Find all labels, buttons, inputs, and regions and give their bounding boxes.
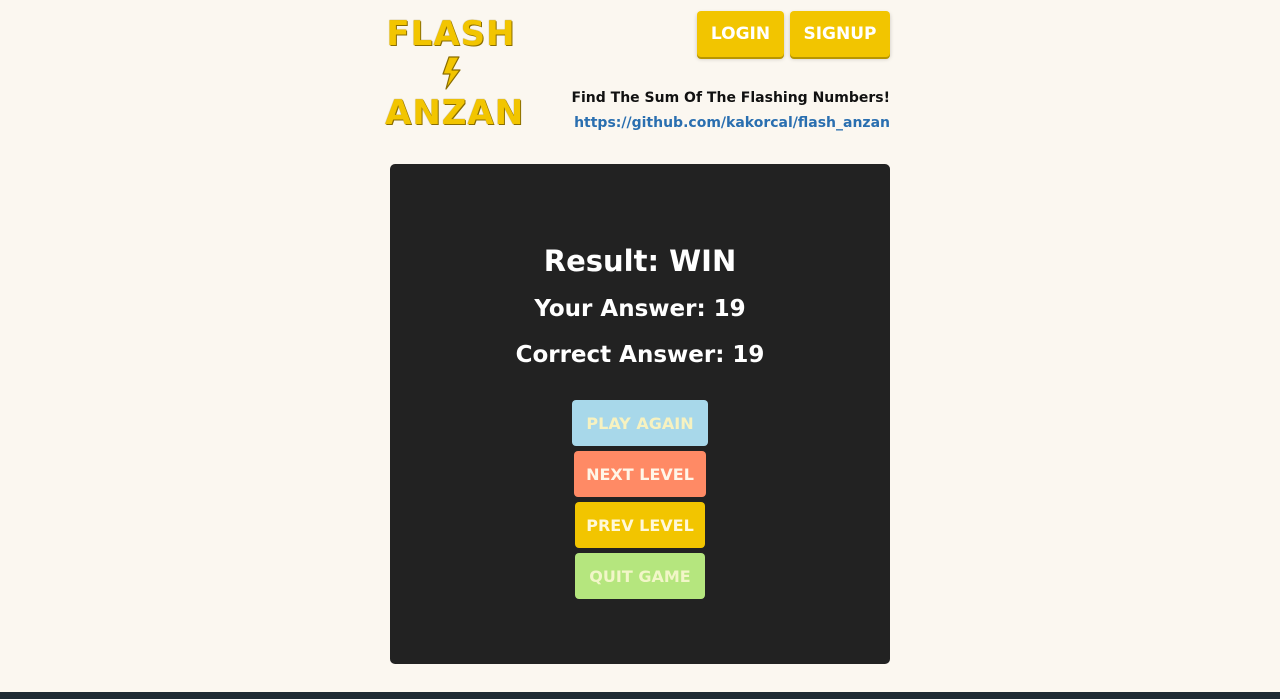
app-logo[interactable]: FLASH ANZAN: [385, 14, 525, 134]
login-button[interactable]: LOGIN: [697, 11, 784, 57]
page: FLASH ANZAN LOGIN SIGNUP Find The Sum Of…: [0, 0, 1280, 692]
correct-answer: Correct Answer: 19: [515, 342, 765, 368]
logo-line-2: ANZAN: [385, 93, 525, 133]
result-title: Result: WIN: [543, 244, 737, 278]
lightning-bolt-icon: [385, 54, 517, 92]
quit-game-button[interactable]: QUIT GAME: [575, 553, 705, 599]
signup-button[interactable]: SIGNUP: [790, 11, 890, 57]
github-repo-link[interactable]: https://github.com/kakorcal/flash_anzan: [574, 115, 890, 131]
your-answer: Your Answer: 19: [534, 296, 746, 322]
game-panel: Result: WIN Your Answer: 19 Correct Answ…: [390, 164, 890, 664]
logo-line-1: FLASH: [386, 14, 516, 54]
prev-level-button[interactable]: PREV LEVEL: [575, 502, 705, 548]
tagline: Find The Sum Of The Flashing Numbers!: [571, 90, 890, 106]
next-level-button[interactable]: NEXT LEVEL: [574, 451, 706, 497]
play-again-button[interactable]: PLAY AGAIN: [572, 400, 708, 446]
